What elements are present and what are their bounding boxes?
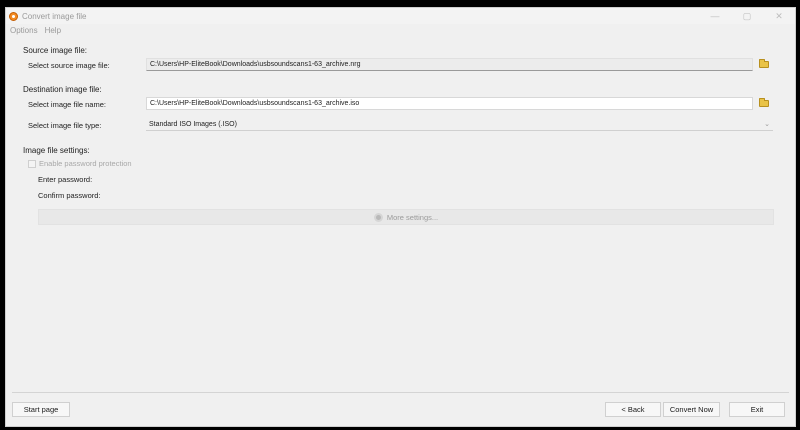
- app-logo-icon: [9, 11, 18, 21]
- source-section-label: Source image file:: [23, 46, 88, 55]
- folder-icon: [759, 98, 769, 107]
- exit-button[interactable]: Exit: [729, 402, 785, 417]
- close-button[interactable]: ✕: [763, 8, 795, 24]
- password-protection-checkbox[interactable]: [28, 159, 36, 168]
- minimize-button[interactable]: —: [699, 8, 731, 24]
- destination-name-label: Select image file name:: [28, 100, 106, 109]
- source-file-field[interactable]: C:\Users\HP-EliteBook\Downloads\usbsound…: [146, 58, 753, 71]
- menu-help[interactable]: Help: [45, 26, 61, 35]
- enter-password-label: Enter password:: [38, 175, 93, 184]
- window-title: Convert image file: [22, 11, 87, 21]
- password-protection-label: Enable password protection: [39, 159, 132, 168]
- settings-section-label: Image file settings:: [23, 146, 90, 155]
- maximize-button[interactable]: ▢: [731, 8, 763, 24]
- convert-image-window: Convert image file — ▢ ✕ Options Help So…: [5, 7, 796, 427]
- destination-file-field[interactable]: C:\Users\HP-EliteBook\Downloads\usbsound…: [146, 97, 753, 110]
- title-bar[interactable]: Convert image file — ▢ ✕: [6, 8, 795, 24]
- confirm-password-label: Confirm password:: [38, 191, 101, 200]
- file-type-select[interactable]: Standard ISO Images (.ISO) ⌄: [146, 118, 773, 131]
- password-protection-row: Enable password protection: [28, 159, 132, 168]
- file-type-label: Select image file type:: [28, 121, 102, 130]
- browse-destination-button[interactable]: [756, 97, 772, 110]
- chevron-down-icon: ⌄: [764, 121, 770, 128]
- file-type-value: Standard ISO Images (.ISO): [149, 120, 237, 128]
- start-page-button[interactable]: Start page: [12, 402, 70, 417]
- menu-options[interactable]: Options: [10, 26, 38, 35]
- more-settings-label: More settings...: [386, 212, 439, 222]
- window-controls: — ▢ ✕: [699, 8, 795, 24]
- gear-icon: [373, 212, 383, 222]
- browse-source-button[interactable]: [756, 58, 772, 71]
- footer-divider: [12, 392, 789, 393]
- source-file-label: Select source image file:: [28, 61, 110, 70]
- menu-bar: Options Help: [6, 24, 795, 36]
- folder-icon: [759, 59, 769, 68]
- more-settings-button[interactable]: More settings...: [38, 209, 774, 225]
- back-button[interactable]: < Back: [605, 402, 661, 417]
- convert-now-button[interactable]: Convert Now: [663, 402, 720, 417]
- destination-section-label: Destination image file:: [23, 85, 102, 94]
